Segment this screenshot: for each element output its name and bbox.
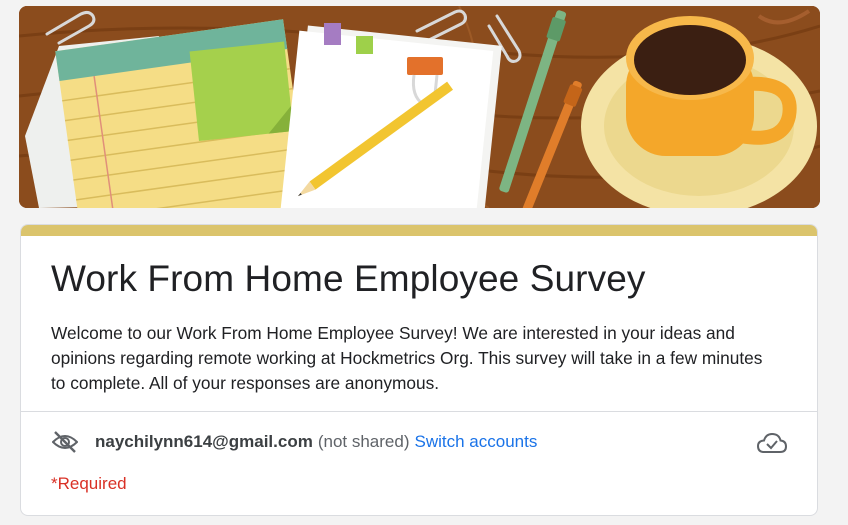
switch-accounts-link[interactable]: Switch accounts: [415, 432, 538, 452]
account-row: naychilynn614@gmail.com (not shared) Swi…: [51, 427, 791, 457]
form-header-card: Work From Home Employee Survey Welcome t…: [20, 224, 818, 516]
form-description: Welcome to our Work From Home Employee S…: [51, 323, 763, 393]
account-email: naychilynn614@gmail.com: [95, 432, 313, 451]
divider: [21, 411, 817, 412]
header-banner-image: [19, 6, 820, 208]
shared-status: (not shared): [317, 432, 410, 451]
eye-off-icon: [51, 428, 79, 456]
required-note: *Required: [51, 474, 127, 493]
cloud-check-icon: [756, 432, 788, 454]
form-title: Work From Home Employee Survey: [51, 258, 646, 299]
card-accent-bar: [21, 225, 817, 236]
